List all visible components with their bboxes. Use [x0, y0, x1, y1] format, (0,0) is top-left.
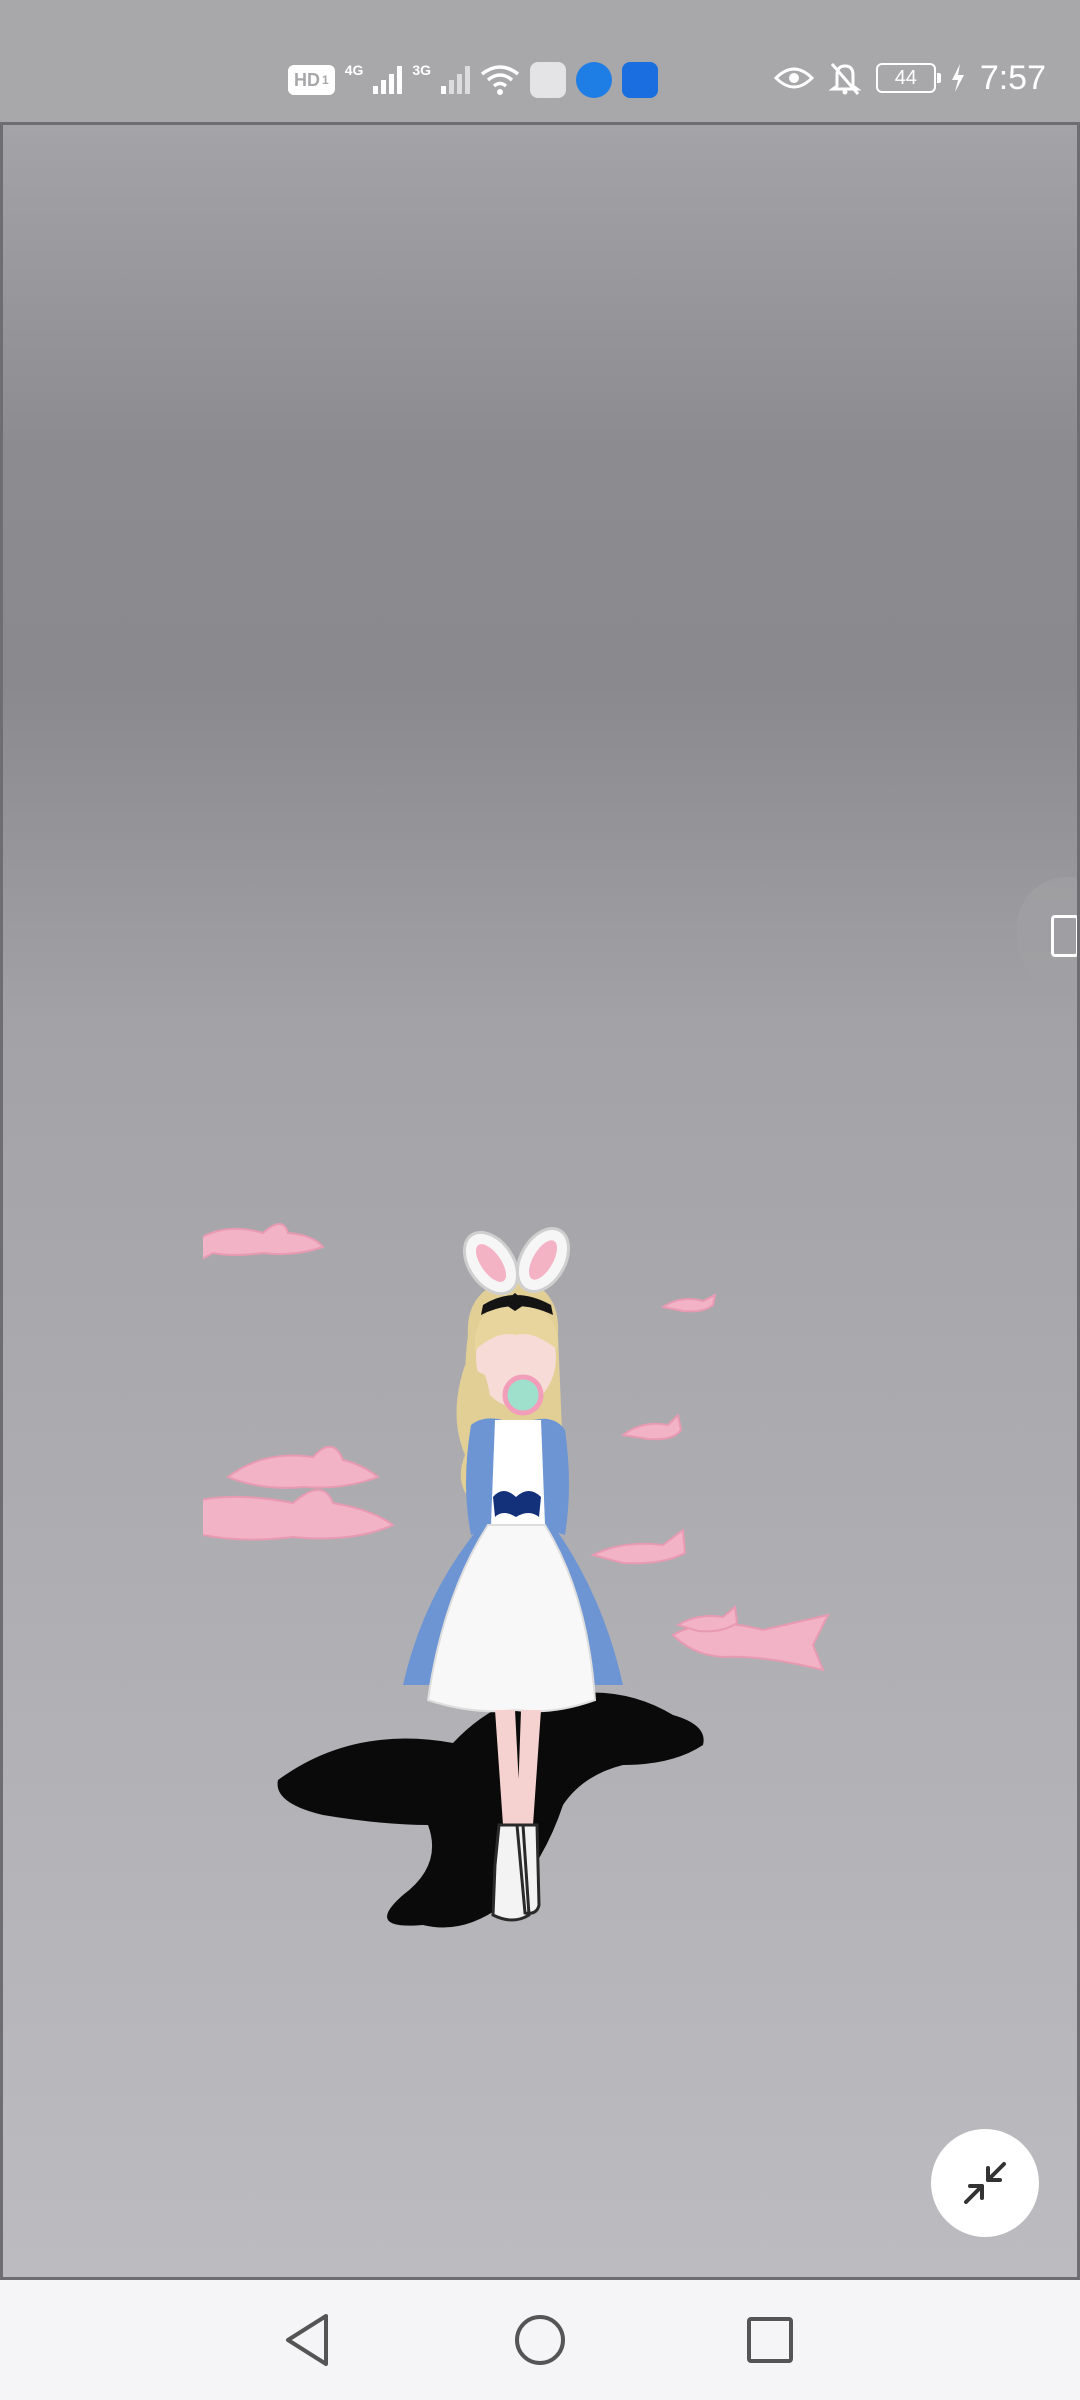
hd-icon: HD 1 — [288, 65, 335, 95]
battery-icon: 44 — [875, 63, 941, 93]
signal-3g-icon — [441, 66, 471, 94]
bell-off-icon — [828, 63, 862, 95]
recents-button[interactable] — [738, 2308, 802, 2372]
avatar-scene — [203, 1223, 830, 1928]
status-bar: HD 1 4G 3G 44 7:57 — [0, 0, 1080, 122]
app-icon-globe — [576, 62, 613, 98]
avatar-shadow — [277, 1692, 704, 1928]
signal-4g-icon — [373, 66, 403, 94]
home-circle-icon — [515, 2315, 565, 2365]
status-right-icons: 44 7:57 — [773, 52, 1046, 104]
collapse-arrows-icon — [964, 2162, 1006, 2204]
navigation-bar — [0, 2280, 1080, 2400]
network-3g-label: 3G — [412, 62, 432, 78]
avatar-viewer[interactable] — [0, 122, 1080, 2280]
side-panel-handle-icon — [1051, 915, 1077, 957]
back-button[interactable] — [276, 2308, 340, 2372]
clock: 7:57 — [979, 58, 1046, 97]
network-4g-label: 4G — [344, 62, 364, 78]
hd-label: HD — [294, 69, 320, 90]
battery-level: 44 — [894, 66, 917, 89]
home-button[interactable] — [508, 2308, 572, 2372]
status-left-icons: HD 1 4G 3G — [288, 58, 659, 102]
side-panel-handle[interactable] — [1017, 877, 1077, 989]
wifi-icon — [480, 65, 520, 95]
app-icon-grey — [530, 62, 567, 98]
charging-icon — [951, 64, 964, 92]
eye-icon — [773, 67, 814, 89]
recents-square-icon — [747, 2317, 793, 2363]
sim-label: 1 — [322, 73, 329, 87]
back-triangle-icon — [286, 2314, 328, 2366]
app-icon-blue — [622, 62, 659, 98]
lollipop — [502, 1374, 544, 1416]
collapse-button[interactable] — [931, 2129, 1039, 2237]
avatar-boots — [491, 1823, 541, 1922]
